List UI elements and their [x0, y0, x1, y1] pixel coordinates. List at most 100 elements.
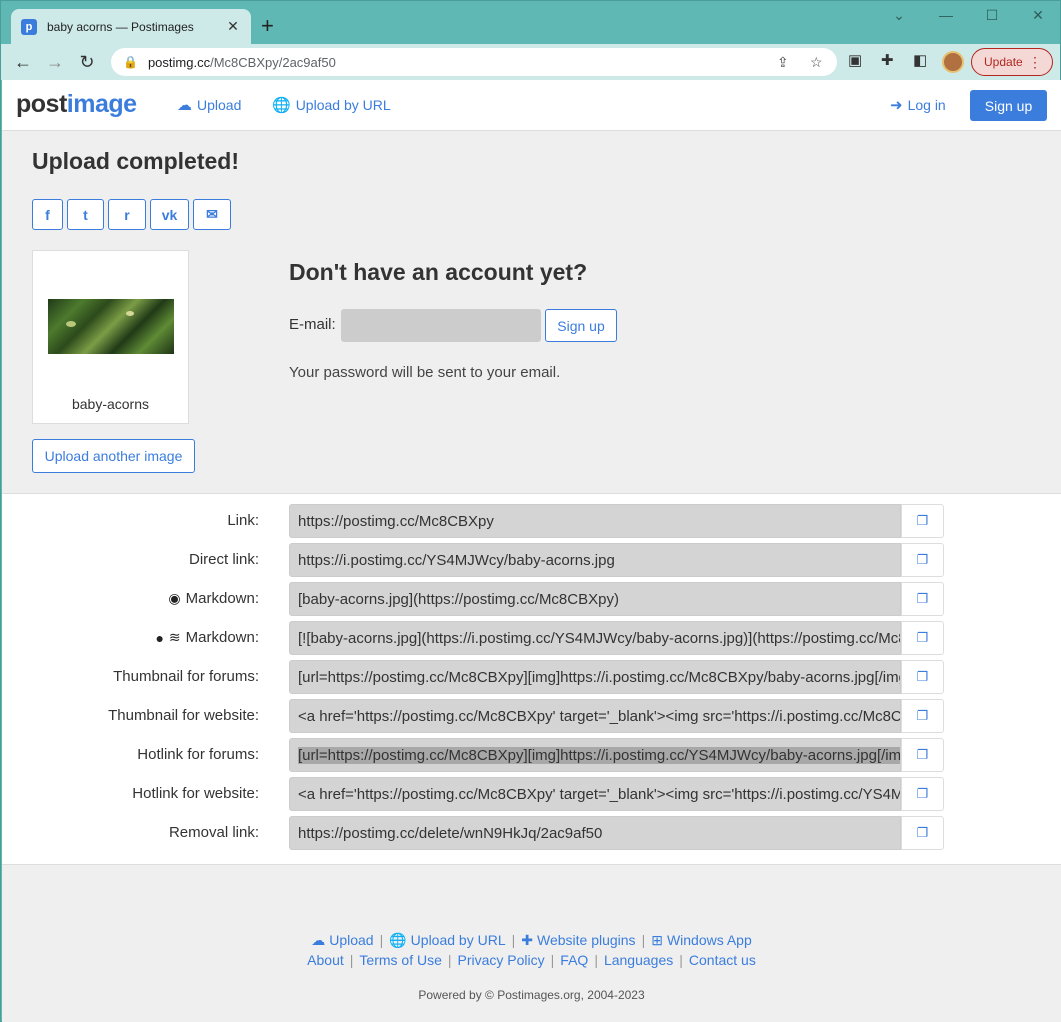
cloud-upload-icon: ☁ — [311, 931, 326, 948]
address-bar[interactable]: 🔒 postimg.cc /Mc8CBXpy/2ac9af50 ⇪ ☆ — [111, 48, 837, 76]
tab-close-icon[interactable]: ✕ — [225, 18, 241, 35]
copy-icon[interactable]: ❐ — [901, 582, 944, 616]
envelope-icon: ✉ — [206, 206, 218, 222]
email-share-button[interactable]: ✉ — [193, 199, 231, 230]
puzzle-icon: ✚ — [521, 931, 533, 948]
share-icon[interactable]: ⇪ — [777, 54, 789, 71]
footer-plugins-link[interactable]: Website plugins — [537, 932, 636, 948]
bookmark-star-icon[interactable]: ☆ — [810, 54, 823, 71]
copy-icon[interactable]: ❐ — [901, 660, 944, 694]
separator: | — [550, 952, 555, 968]
postimage-logo[interactable]: postimage — [16, 90, 137, 119]
link-field[interactable]: https://postimg.cc/Mc8CBXpy — [289, 504, 901, 538]
profile-avatar[interactable] — [942, 51, 964, 73]
markdown-github-field[interactable]: [![baby-acorns.jpg](https://i.postimg.cc… — [289, 621, 901, 655]
maximize-icon[interactable]: ☐ — [982, 7, 1002, 24]
nav-upload-url-link[interactable]: 🌐 Upload by URL — [272, 96, 391, 114]
uploaded-image-thumbnail[interactable] — [48, 299, 174, 354]
tab-search-icon[interactable]: ⌄ — [889, 7, 909, 24]
new-tab-button[interactable]: + — [261, 13, 274, 39]
back-icon[interactable]: ← — [7, 46, 39, 78]
footer-terms-link[interactable]: Terms of Use — [359, 952, 441, 968]
removal-link-label: Removal link: — [168, 824, 259, 841]
thumb-forums-field[interactable]: [url=https://postimg.cc/Mc8CBXpy][img]ht… — [289, 660, 901, 694]
footer-windows-app-link[interactable]: Windows App — [667, 932, 752, 948]
separator: | — [349, 952, 354, 968]
markdown-reddit-field[interactable]: [baby-acorns.jpg](https://postimg.cc/Mc8… — [289, 582, 901, 616]
separator: | — [447, 952, 452, 968]
nav-upload-label: Upload — [197, 97, 242, 113]
removal-link-row: Removal link: https://postimg.cc/delete/… — [2, 816, 1061, 850]
extension-chat-icon[interactable]: ▣ — [848, 51, 862, 69]
markdown-github-label: ● ≋ Markdown: — [155, 629, 259, 646]
twitter-share-button[interactable]: t — [67, 199, 104, 230]
minimize-icon[interactable]: — — [936, 7, 956, 23]
vk-share-button[interactable]: vk — [150, 199, 189, 230]
twitter-icon: t — [83, 206, 88, 223]
footer-about-link[interactable]: About — [307, 952, 344, 968]
extensions-puzzle-icon[interactable]: ✚ — [881, 51, 894, 69]
copy-icon[interactable]: ❐ — [901, 816, 944, 850]
copy-icon[interactable]: ❐ — [901, 699, 944, 733]
postimages-favicon-icon: p — [21, 18, 37, 35]
footer-faq-link[interactable]: FAQ — [560, 952, 588, 968]
copy-icon[interactable]: ❐ — [901, 777, 944, 811]
facebook-share-button[interactable]: f — [32, 199, 63, 230]
thumb-website-field[interactable]: <a href='https://postimg.cc/Mc8CBXpy' ta… — [289, 699, 901, 733]
close-window-icon[interactable]: ✕ — [1028, 7, 1048, 24]
thumb-website-label: Thumbnail for website: — [108, 707, 259, 724]
hotlink-website-field[interactable]: <a href='https://postimg.cc/Mc8CBXpy' ta… — [289, 777, 901, 811]
hotlink-website-label: Hotlink for website: — [132, 785, 259, 802]
hotlink-forums-field[interactable]: [url=https://postimg.cc/Mc8CBXpy][img]ht… — [289, 738, 901, 772]
upload-another-button[interactable]: Upload another image — [32, 439, 195, 473]
footer-contact-link[interactable]: Contact us — [689, 952, 756, 968]
share-buttons: f t r vk ✉ — [32, 199, 231, 230]
site-footer: ☁ Upload | 🌐 Upload by URL | ✚ Website p… — [2, 930, 1061, 1003]
copy-icon[interactable]: ❐ — [901, 504, 944, 538]
globe-icon: 🌐 — [272, 97, 291, 114]
forward-icon[interactable]: → — [39, 46, 71, 78]
footer-languages-link[interactable]: Languages — [604, 952, 673, 968]
url-path: /Mc8CBXpy/2ac9af50 — [210, 54, 336, 70]
menu-dots-icon[interactable]: ⋮ — [1028, 54, 1042, 71]
reddit-icon: r — [124, 206, 130, 223]
browser-tab[interactable]: p baby acorns — Postimages ✕ — [11, 9, 251, 44]
header-signup-button[interactable]: Sign up — [970, 90, 1047, 121]
password-note: Your password will be sent to your email… — [289, 364, 561, 381]
thumb-forums-label: Thumbnail for forums: — [113, 668, 259, 685]
links-panel: Link: https://postimg.cc/Mc8CBXpy ❐ Dire… — [2, 493, 1061, 865]
email-field[interactable] — [341, 309, 541, 342]
thumb-website-row: Thumbnail for website: <a href='https://… — [2, 699, 1061, 733]
update-button[interactable]: Update ⋮ — [971, 48, 1053, 76]
nav-login-label: Log in — [907, 97, 946, 113]
copy-icon[interactable]: ❐ — [901, 621, 944, 655]
hotlink-forums-row: Hotlink for forums: [url=https://postimg… — [2, 738, 1061, 772]
nav-login-link[interactable]: ➜ Log in — [890, 96, 946, 114]
removal-link-field[interactable]: https://postimg.cc/delete/wnN9HkJq/2ac9a… — [289, 816, 901, 850]
footer-upload-link[interactable]: Upload — [329, 932, 373, 948]
windows-icon: ⊞ — [651, 931, 663, 948]
separator: | — [594, 952, 598, 968]
direct-link-field[interactable]: https://i.postimg.cc/YS4MJWcy/baby-acorn… — [289, 543, 901, 577]
nav-upload-link[interactable]: ☁ Upload — [177, 96, 241, 114]
account-signup-button[interactable]: Sign up — [545, 309, 617, 342]
copy-icon[interactable]: ❐ — [901, 738, 944, 772]
side-panel-icon[interactable]: ◧ — [913, 51, 927, 69]
logo-accent: image — [66, 90, 137, 118]
footer-row-primary: ☁ Upload | 🌐 Upload by URL | ✚ Website p… — [2, 930, 1061, 950]
image-thumbnail-card[interactable]: baby-acorns — [32, 250, 189, 424]
logo-main: post — [16, 90, 67, 118]
reddit-share-button[interactable]: r — [108, 199, 146, 230]
lock-icon: 🔒 — [123, 55, 138, 69]
reload-icon[interactable]: ↻ — [71, 46, 103, 78]
footer-upload-url-link[interactable]: Upload by URL — [411, 932, 506, 948]
footer-privacy-link[interactable]: Privacy Policy — [458, 952, 545, 968]
markdown-reddit-row: ◉ Markdown: [baby-acorns.jpg](https://pos… — [2, 582, 1061, 616]
copy-icon[interactable]: ❐ — [901, 543, 944, 577]
copyright-text: Powered by © Postimages.org, 2004-2023 — [418, 988, 645, 1002]
stackoverflow-icon: ≋ — [168, 629, 181, 645]
tab-strip: p baby acorns — Postimages ✕ + ⌄ — ☐ ✕ — [1, 1, 1060, 44]
link-label: Link: — [227, 512, 259, 529]
direct-link-row: Direct link: https://i.postimg.cc/YS4MJW… — [2, 543, 1061, 577]
email-label: E-mail: — [289, 316, 336, 333]
